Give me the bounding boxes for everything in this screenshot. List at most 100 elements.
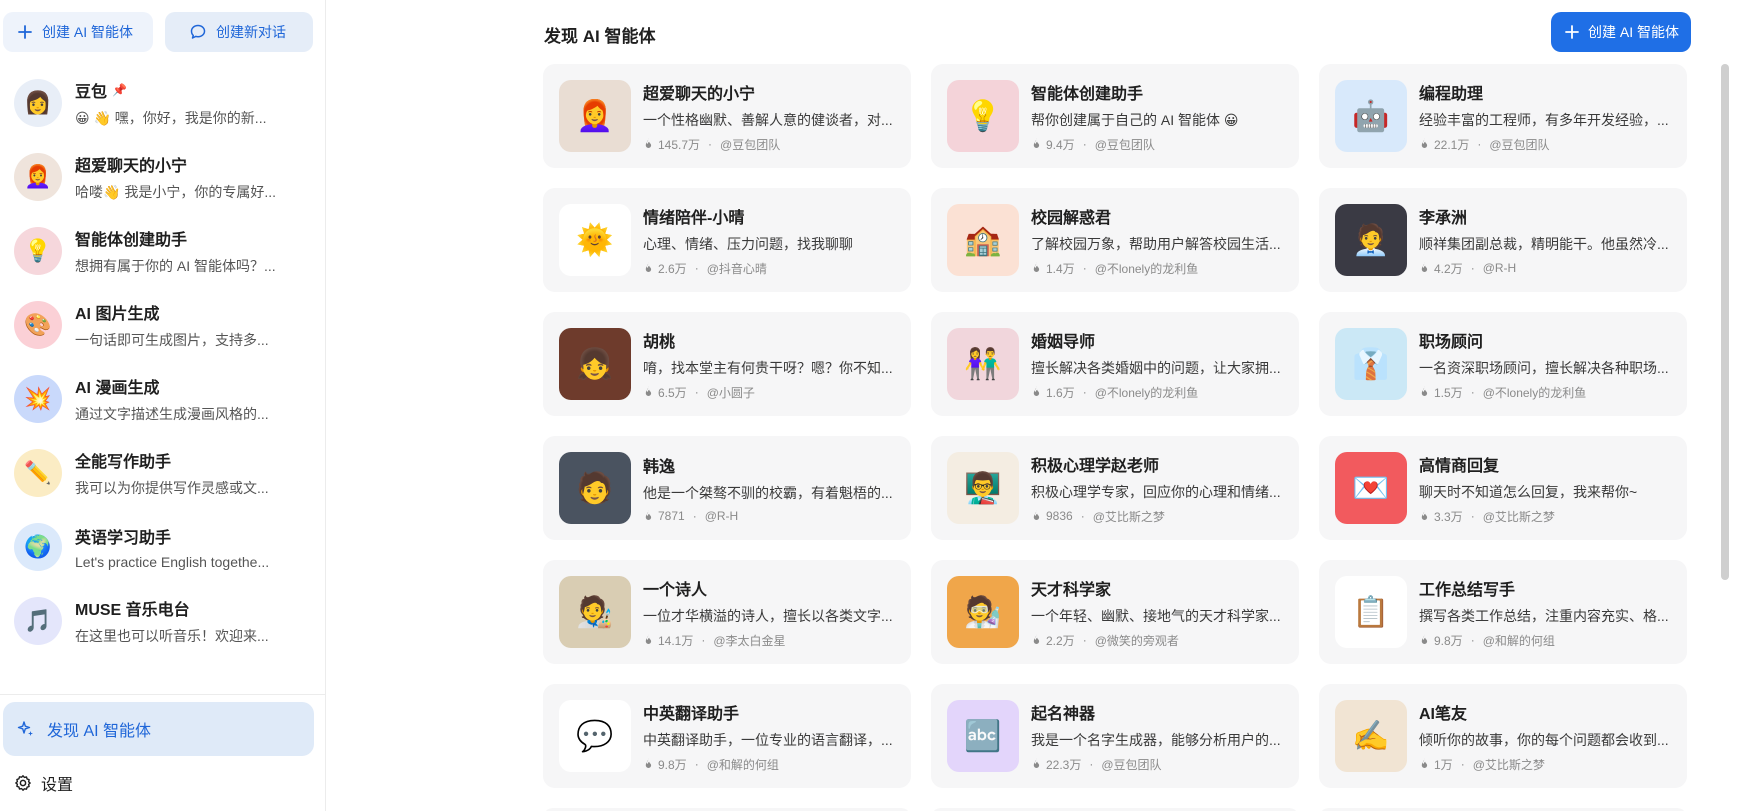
chat-text: 全能写作助手 我可以为你提供写作灵感或文... — [75, 448, 290, 498]
agent-meta: 22.3万 · @豆包团队 — [1031, 756, 1283, 773]
chat-item[interactable]: 💥 AI 漫画生成 通过文字描述生成漫画风格的... — [0, 362, 310, 436]
agent-avatar: 🤖 — [1335, 80, 1407, 152]
agent-card[interactable]: 👩‍🦰 超爱聊天的小宁 一个性格幽默、善解人意的健谈者，对... 145.7万 · @豆包… — [543, 64, 911, 168]
settings-button[interactable]: 设置 — [14, 771, 73, 795]
chat-item[interactable]: 🎵 MUSE 音乐电台 在这里也可以听音乐！欢迎来... — [0, 584, 310, 658]
meta-separator: · — [701, 633, 706, 647]
chat-item[interactable]: 🌍 英语学习助手 Let's practice English togethe... — [0, 510, 310, 584]
agent-description: 擅长解决各类婚姻中的问题，让大家拥... — [1031, 359, 1281, 376]
agent-description: 心理、情绪、压力问题，找我聊聊 — [643, 235, 853, 252]
chat-preview: 在这里也可以听音乐！欢迎来... — [75, 628, 269, 644]
chat-item[interactable]: 👩 豆包 📌 😀 👋 嘿，你好，我是你的新... — [0, 66, 310, 140]
agent-meta: 1.6万 · @不lonely的龙利鱼 — [1031, 384, 1283, 401]
agent-card-body: 韩逸 他是一个桀骜不驯的校霸，有着魁梧的... 7871 · @R-H — [643, 453, 895, 524]
agent-card-body: 校园解惑君 了解校园万象，帮助用户解答校园生活... 1.4万 · @不lonely的龙… — [1031, 204, 1283, 277]
usage-count: 1.4万 — [1046, 261, 1075, 276]
agent-card-body: 智能体创建助手 帮你创建属于自己的 AI 智能体 😀 9.4万 · @豆包团队 — [1031, 80, 1283, 153]
agent-card[interactable]: 🧑‍🔬 天才科学家 一个年轻、幽默、接地气的天才科学家... 2.2万 · @微笑的旁观者 — [931, 560, 1299, 664]
scrollbar[interactable] — [1721, 64, 1729, 580]
agent-title: AI笔友 — [1419, 705, 1468, 723]
fire-icon — [643, 137, 654, 152]
usage-count: 2.6万 — [658, 261, 687, 276]
agent-card[interactable]: 👧 胡桃 唷，找本堂主有何贵干呀？嗯？你不知... 6.5万 · @小圆子 — [543, 312, 911, 416]
chat-preview: Let's practice English togethe... — [75, 554, 270, 570]
usage-count: 6.5万 — [658, 385, 687, 400]
avatar: 💥 — [14, 375, 62, 423]
agent-card[interactable]: 🏫 校园解惑君 了解校园万象，帮助用户解答校园生活... 1.4万 · @不lonely的… — [931, 188, 1299, 292]
agent-card[interactable]: 👔 职场顾问 一名资深职场顾问，擅长解决各种职场... 1.5万 · @不lonely的龙… — [1319, 312, 1687, 416]
agent-meta: 145.7万 · @豆包团队 — [643, 136, 895, 153]
agent-card-body: 职场顾问 一名资深职场顾问，擅长解决各种职场... 1.5万 · @不lonely的龙利… — [1419, 328, 1671, 401]
agent-card[interactable]: 🧑‍💼 李承洲 顺祥集团副总裁，精明能干。他虽然冷... 4.2万 · @R-H — [1319, 188, 1687, 292]
chat-item[interactable]: ✏️ 全能写作助手 我可以为你提供写作灵感或文... — [0, 436, 310, 510]
chat-preview: 哈喽👋 我是小宁，你的专属好... — [75, 184, 276, 200]
agent-avatar: 🧑 — [559, 452, 631, 524]
agent-card[interactable]: 💬 中英翻译助手 中英翻译助手，一位专业的语言翻译，... 9.8万 · @和解的何组 — [543, 684, 911, 788]
chat-text: 英语学习助手 Let's practice English togethe... — [75, 524, 290, 570]
usage-count: 145.7万 — [658, 137, 701, 152]
agent-card[interactable]: 💡 智能体创建助手 帮你创建属于自己的 AI 智能体 😀 9.4万 · @豆包团队 — [931, 64, 1299, 168]
agent-description: 聊天时不知道怎么回复，我来帮你~ — [1419, 483, 1638, 500]
avatar: 👩 — [14, 79, 62, 127]
meta-separator: · — [1470, 509, 1475, 523]
create-agent-button[interactable]: 创建 AI 智能体 — [3, 12, 153, 52]
chat-item[interactable]: 💡 智能体创建助手 想拥有属于你的 AI 智能体吗？... — [0, 214, 310, 288]
agent-meta: 9836 · @艾比斯之梦 — [1031, 508, 1283, 525]
agent-card-body: 婚姻导师 擅长解决各类婚姻中的问题，让大家拥... 1.6万 · @不lonely的龙利… — [1031, 328, 1283, 401]
agent-description: 他是一个桀骜不驯的校霸，有着魁梧的... — [643, 484, 893, 501]
agent-card[interactable]: 🧑 韩逸 他是一个桀骜不驯的校霸，有着魁梧的... 7871 · @R-H — [543, 436, 911, 540]
agent-title: 韩逸 — [643, 458, 676, 476]
agent-card[interactable]: 🌞 情绪陪伴-小晴 心理、情绪、压力问题，找我聊聊 2.6万 · @抖音心晴 — [543, 188, 911, 292]
agent-card[interactable]: 👨‍🏫 积极心理学赵老师 积极心理学专家，回应你的心理和情绪... 9836 · @艾比斯… — [931, 436, 1299, 540]
agent-title: 超爱聊天的小宁 — [643, 85, 756, 103]
agent-title: 工作总结写手 — [1419, 581, 1516, 599]
main-content: 发现 AI 智能体 创建 AI 智能体 👩‍🦰 超爱聊天的小宁 一个性格幽默、善解人… — [326, 0, 1755, 811]
chat-name-row: MUSE 音乐电台 — [75, 596, 290, 620]
chat-preview: 😀 👋 嘿，你好，我是你的新... — [75, 110, 267, 126]
sidebar: 创建 AI 智能体 创建新对话 👩 豆包 📌 😀 👋 嘿，你好，我是你的新... 👩‍🦰… — [0, 0, 326, 811]
chat-name-row: AI 图片生成 — [75, 300, 290, 324]
fire-icon — [1419, 385, 1430, 400]
agent-meta: 9.8万 · @和解的何组 — [1419, 632, 1671, 649]
agent-description: 积极心理学专家，回应你的心理和情绪... — [1031, 483, 1281, 500]
agent-card[interactable]: ✍️ AI笔友 倾听你的故事，你的每个问题都会收到... 1万 · @艾比斯之梦 — [1319, 684, 1687, 788]
agent-card[interactable]: 📋 工作总结写手 撰写各类工作总结，注重内容充实、格... 9.8万 · @和解的何组 — [1319, 560, 1687, 664]
meta-separator: · — [1470, 385, 1475, 399]
create-agent-primary-button[interactable]: 创建 AI 智能体 — [1551, 12, 1691, 52]
agent-description: 了解校园万象，帮助用户解答校园生活... — [1031, 235, 1281, 252]
agent-card[interactable]: 🤖 编程助理 经验丰富的工程师，有多年开发经验，... 22.1万 · @豆包团队 — [1319, 64, 1687, 168]
agent-author: @不lonely的龙利鱼 — [1094, 385, 1199, 400]
agent-card[interactable]: 🧑‍🎨 一个诗人 一位才华横溢的诗人，擅长以各类文字... 14.1万 · @李太白金星 — [543, 560, 911, 664]
chat-item[interactable]: 👩‍🦰 超爱聊天的小宁 哈喽👋 我是小宁，你的专属好... — [0, 140, 310, 214]
new-chat-button[interactable]: 创建新对话 — [165, 12, 313, 52]
chat-bubble-icon — [189, 23, 207, 41]
chat-preview: 想拥有属于你的 AI 智能体吗？... — [75, 258, 276, 274]
chat-item[interactable]: 🎨 AI 图片生成 一句话即可生成图片，支持多... — [0, 288, 310, 362]
meta-separator: · — [1460, 757, 1465, 771]
usage-count: 9836 — [1046, 509, 1073, 523]
chat-name: 智能体创建助手 — [75, 232, 188, 249]
agent-title: 编程助理 — [1419, 85, 1484, 103]
avatar: 🎨 — [14, 301, 62, 349]
agent-title: 天才科学家 — [1031, 581, 1112, 599]
agent-title: 校园解惑君 — [1031, 209, 1112, 227]
agent-author: @艾比斯之梦 — [1482, 509, 1555, 524]
meta-separator: · — [1082, 137, 1087, 151]
agent-title: 起名神器 — [1031, 705, 1096, 723]
chat-name-row: 智能体创建助手 — [75, 226, 290, 250]
agent-author: @R-H — [704, 509, 739, 523]
agent-card[interactable]: 👫 婚姻导师 擅长解决各类婚姻中的问题，让大家拥... 1.6万 · @不lonely的龙… — [931, 312, 1299, 416]
fire-icon — [1031, 261, 1042, 276]
agent-meta: 3.3万 · @艾比斯之梦 — [1419, 508, 1671, 525]
agent-title: 高情商回复 — [1419, 457, 1500, 475]
agent-author: @和解的何组 — [1482, 633, 1555, 648]
agent-card[interactable]: 🔤 起名神器 我是一个名字生成器，能够分析用户的... 22.3万 · @豆包团队 — [931, 684, 1299, 788]
agent-avatar: 🧑‍💼 — [1335, 204, 1407, 276]
usage-count: 1.5万 — [1434, 385, 1463, 400]
fire-icon — [643, 261, 654, 276]
discover-agents-button[interactable]: 发现 AI 智能体 — [3, 702, 314, 756]
chat-text: 超爱聊天的小宁 哈喽👋 我是小宁，你的专属好... — [75, 152, 290, 202]
plus-icon — [17, 24, 33, 40]
agent-card[interactable]: 💌 高情商回复 聊天时不知道怎么回复，我来帮你~ 3.3万 · @艾比斯之梦 — [1319, 436, 1687, 540]
usage-count: 1万 — [1434, 757, 1453, 772]
